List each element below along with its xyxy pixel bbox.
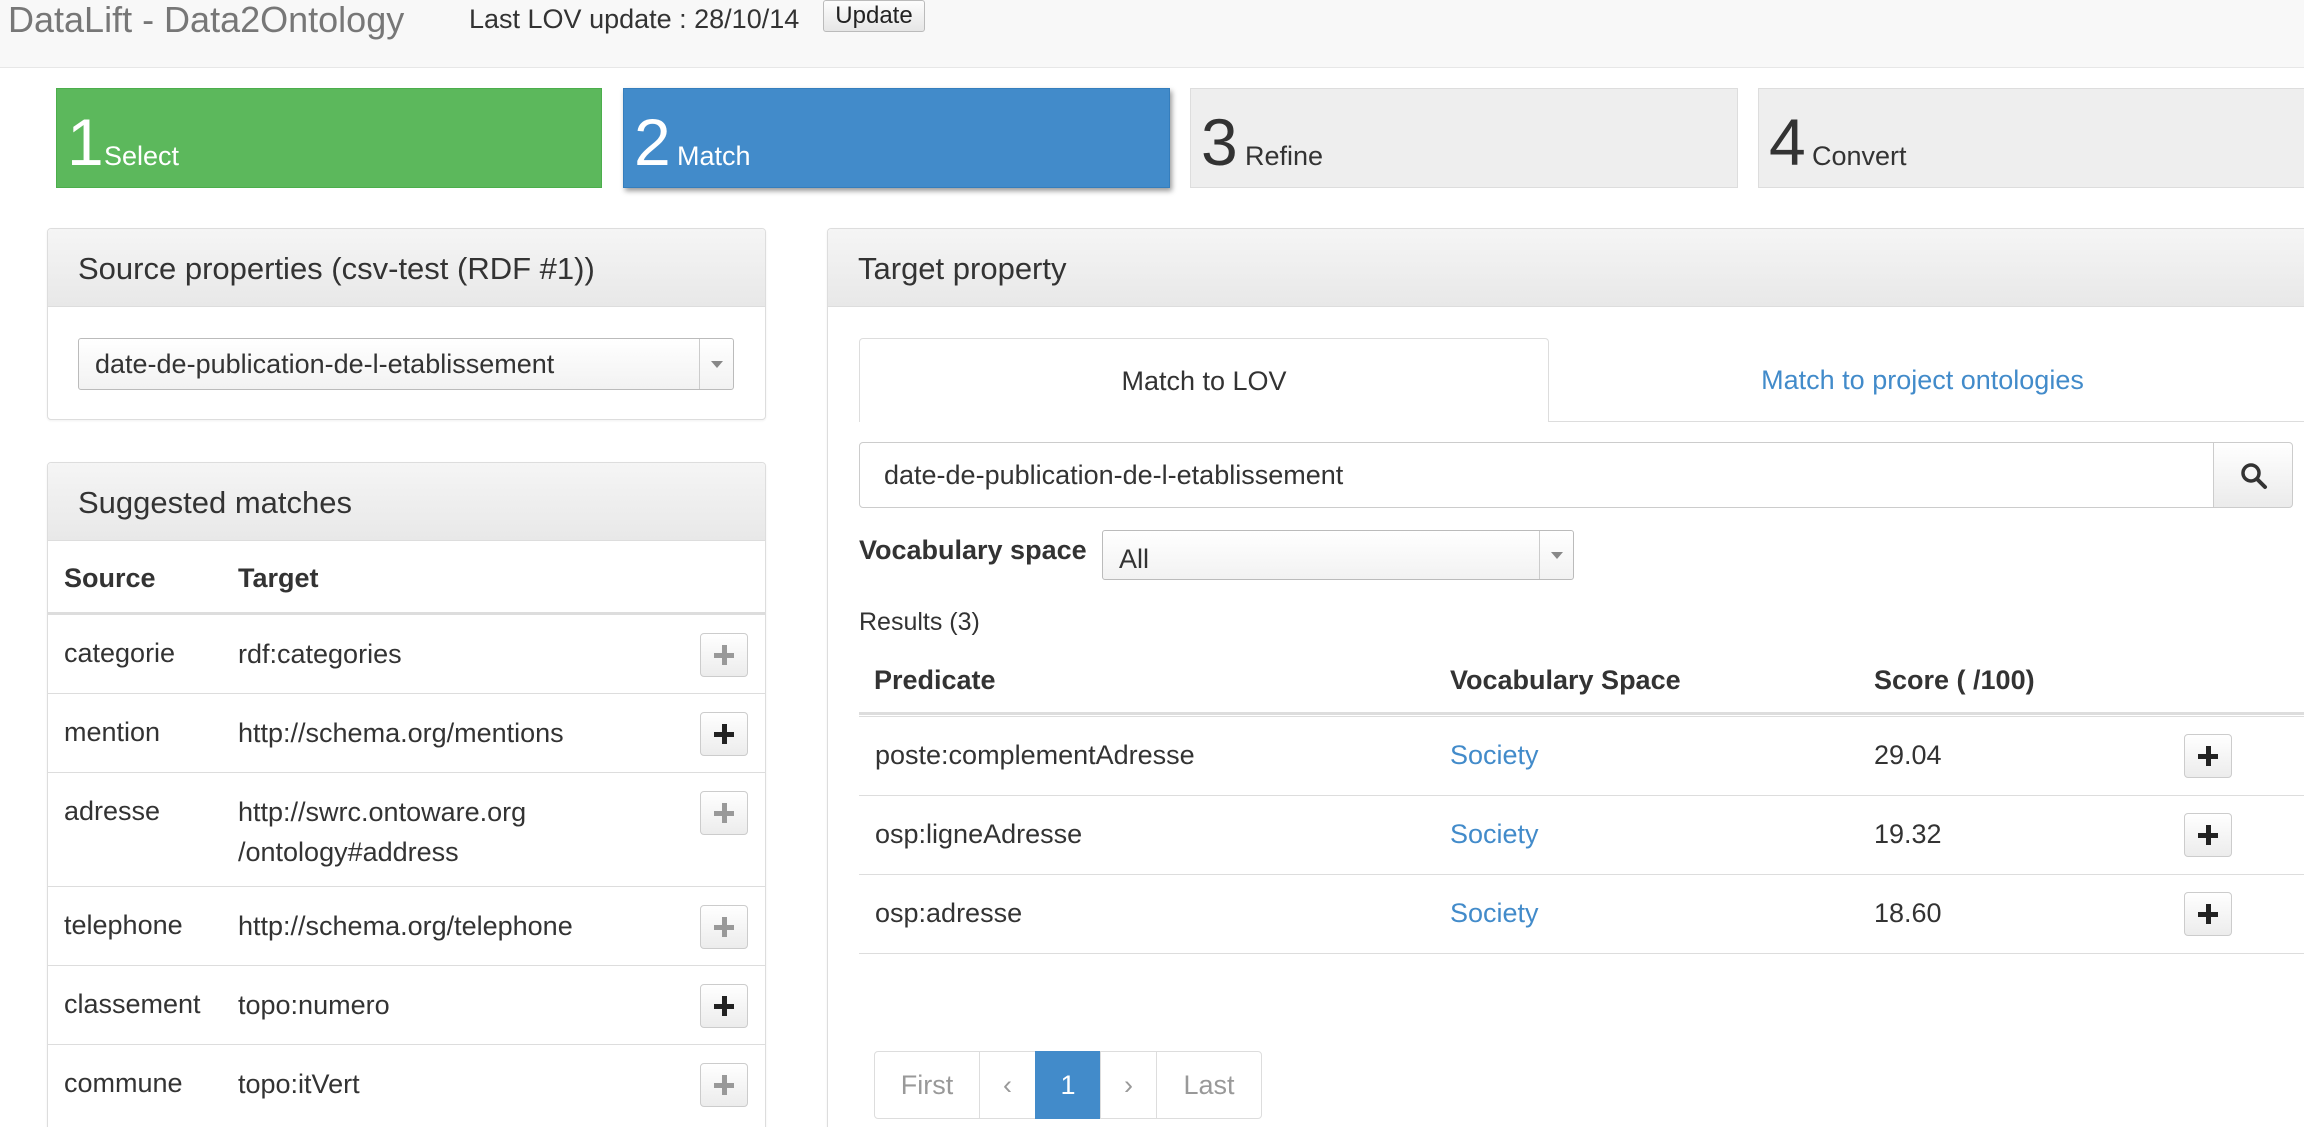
- target-cell: topo:itVert: [238, 1069, 360, 1099]
- search-icon: [2241, 463, 2267, 489]
- step-label: Select: [104, 141, 180, 171]
- predicate-cell: osp:adresse: [875, 898, 1023, 928]
- source-panel-title: Source properties (csv-test (RDF #1)): [78, 251, 595, 286]
- lov-update-label: Last LOV update : 28/10/14: [469, 4, 800, 34]
- add-match-button[interactable]: [700, 905, 748, 949]
- column-header-predicate: Predicate: [874, 665, 996, 695]
- target-cell: http://schema.org/telephone: [238, 911, 573, 941]
- panel-heading: Suggested matches: [48, 463, 765, 541]
- target-cell: topo:numero: [238, 990, 390, 1020]
- update-button[interactable]: Update: [823, 0, 925, 32]
- vocabulary-space-link[interactable]: Society: [1450, 898, 1539, 929]
- step-convert[interactable]: 4 Convert: [1758, 88, 2304, 188]
- source-cell: adresse: [64, 796, 161, 826]
- plus-icon: [701, 985, 747, 1027]
- step-number: 1: [67, 105, 104, 179]
- plus-icon: [701, 713, 747, 755]
- step-number: 2: [634, 105, 671, 179]
- plus-icon: [701, 1064, 747, 1106]
- pagination-last[interactable]: Last: [1156, 1051, 1262, 1119]
- table-row: mention http://schema.org/mentions: [48, 693, 765, 772]
- pagination-prev[interactable]: ‹: [979, 1051, 1036, 1119]
- source-cell: categorie: [64, 638, 176, 668]
- score-cell: 19.32: [1874, 819, 1942, 849]
- column-header-score: Score ( /100): [1874, 665, 2035, 695]
- source-property-value: date-de-publication-de-l-etablissement: [95, 349, 555, 379]
- table-bottom-divider: [859, 953, 2304, 954]
- source-cell: commune: [64, 1068, 183, 1098]
- panel-heading: Target property: [828, 229, 2304, 307]
- table-row: telephone http://schema.org/telephone: [48, 886, 765, 965]
- vocabulary-space-link[interactable]: Society: [1450, 819, 1539, 850]
- pagination-first[interactable]: First: [874, 1051, 980, 1119]
- table-row: commune topo:itVert: [48, 1044, 765, 1127]
- plus-icon: [2185, 893, 2231, 935]
- source-cell: telephone: [64, 910, 183, 940]
- tab-match-to-project-ontologies[interactable]: Match to project ontologies: [1549, 338, 2296, 422]
- plus-icon: [701, 906, 747, 948]
- tab-match-to-lov[interactable]: Match to LOV: [859, 338, 1549, 422]
- panel-heading: Source properties (csv-test (RDF #1)): [48, 229, 765, 307]
- score-cell: 18.60: [1874, 898, 1942, 928]
- dropdown-arrow-icon[interactable]: [1539, 531, 1573, 579]
- table-row: adresse http://swrc.ontoware.org /ontolo…: [48, 772, 765, 886]
- tab-divider: [1549, 421, 2304, 422]
- column-header-target: Target: [238, 563, 319, 593]
- step-number: 4: [1769, 105, 1806, 179]
- table-row: osp:ligneAdresse Society 19.32: [859, 795, 2304, 874]
- table-row: classement topo:numero: [48, 965, 765, 1044]
- add-predicate-button[interactable]: [2184, 892, 2232, 936]
- source-property-select[interactable]: date-de-publication-de-l-etablissement: [78, 338, 734, 390]
- plus-icon: [701, 634, 747, 676]
- suggested-matches-panel: Suggested matches Source Target categori…: [47, 462, 766, 1127]
- plus-icon: [2185, 735, 2231, 777]
- add-match-button[interactable]: [700, 633, 748, 677]
- vocabulary-space-select[interactable]: All: [1102, 530, 1574, 580]
- table-row: categorie rdf:categories: [48, 614, 765, 693]
- table-row: poste:complementAdresse Society 29.04: [859, 716, 2304, 795]
- step-label: Refine: [1245, 141, 1324, 171]
- table-row: osp:adresse Society 18.60: [859, 874, 2304, 953]
- score-cell: 29.04: [1874, 740, 1942, 770]
- search-input[interactable]: [859, 442, 2214, 508]
- step-refine[interactable]: 3 Refine: [1190, 88, 1738, 188]
- results-count: Results (3): [859, 608, 980, 636]
- predicate-cell: osp:ligneAdresse: [875, 819, 1083, 849]
- source-cell: mention: [64, 717, 161, 747]
- add-match-button[interactable]: [700, 984, 748, 1028]
- target-cell: rdf:categories: [238, 639, 402, 669]
- target-cell: http://schema.org/mentions: [238, 718, 564, 748]
- step-number: 3: [1201, 105, 1238, 179]
- search-button[interactable]: [2213, 442, 2293, 508]
- predicate-cell: poste:complementAdresse: [875, 740, 1195, 770]
- step-select[interactable]: 1 Select: [56, 88, 602, 188]
- target-cell-line2: /ontology#address: [238, 837, 459, 867]
- plus-icon: [701, 792, 747, 834]
- app-title[interactable]: DataLift - Data2Ontology: [8, 0, 404, 40]
- plus-icon: [2185, 814, 2231, 856]
- header-divider: [859, 712, 2304, 715]
- pagination-next[interactable]: ›: [1100, 1051, 1157, 1119]
- source-cell: classement: [64, 989, 201, 1019]
- top-navbar: DataLift - Data2Ontology Last LOV update…: [0, 0, 2304, 68]
- suggested-panel-title: Suggested matches: [78, 485, 353, 520]
- step-label: Convert: [1812, 141, 1907, 171]
- add-predicate-button[interactable]: [2184, 813, 2232, 857]
- step-label: Match: [677, 141, 751, 171]
- vocabulary-space-label: Vocabulary space: [859, 535, 1087, 565]
- vocabulary-space-value: All: [1119, 544, 1150, 574]
- target-cell-line1: http://swrc.ontoware.org: [238, 797, 527, 827]
- pagination-page-current[interactable]: 1: [1035, 1051, 1101, 1119]
- column-header-source: Source: [64, 563, 156, 593]
- target-panel-title: Target property: [858, 251, 1067, 286]
- column-header-vocabulary-space: Vocabulary Space: [1450, 665, 1681, 695]
- step-match[interactable]: 2 Match: [623, 88, 1170, 188]
- add-match-button[interactable]: [700, 791, 748, 835]
- add-predicate-button[interactable]: [2184, 734, 2232, 778]
- dropdown-arrow-icon[interactable]: [699, 339, 733, 389]
- add-match-button[interactable]: [700, 712, 748, 756]
- vocabulary-space-link[interactable]: Society: [1450, 740, 1539, 771]
- add-match-button[interactable]: [700, 1063, 748, 1107]
- source-properties-panel: Source properties (csv-test (RDF #1)) da…: [47, 228, 766, 420]
